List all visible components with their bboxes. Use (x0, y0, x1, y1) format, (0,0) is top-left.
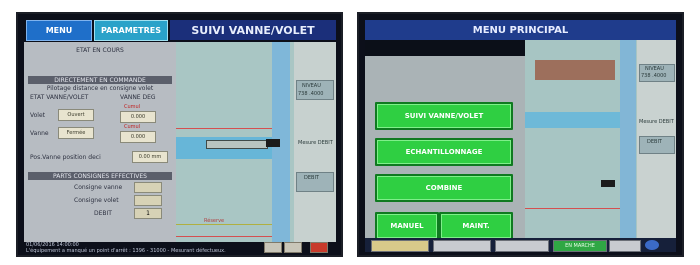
vanne-state-field: Fermée (58, 127, 94, 139)
reserve-label: Réserve (204, 218, 225, 224)
consigne-volet-field (134, 195, 162, 206)
canal-view: NIVEAU 738 .4000 Mesure DEBIT DEBIT (525, 40, 676, 238)
combine-button[interactable]: COMBINE (375, 174, 513, 202)
deb-label: Pos.Vanne position deci (30, 154, 101, 161)
page-title: MENU PRINCIPAL (365, 20, 676, 40)
manuel-button[interactable]: MANUEL (375, 212, 439, 240)
volet-state-field: Ouvert (58, 109, 94, 121)
footer-key-5[interactable] (609, 240, 641, 252)
row-label-vanne: Vanne (30, 130, 49, 137)
water-band (525, 112, 620, 128)
menu-body: NIVEAU 738 .4000 Mesure DEBIT DEBIT SUIV… (365, 40, 676, 240)
side-label-1: Cumul (124, 104, 141, 110)
debit-label: DEBIT (94, 210, 112, 217)
row-label-volet: Volet (30, 112, 46, 119)
level-line-red (176, 128, 272, 129)
section-commande: DIRECTEMENT EN COMMANDE (28, 76, 172, 84)
mesure-debit-label: Mesure DEBIT (639, 119, 674, 125)
niveau-value: 738 .4000 (298, 91, 324, 97)
footer-key-3[interactable] (495, 240, 549, 252)
footer-key-1[interactable] (264, 242, 282, 253)
gate-block (266, 139, 280, 147)
level-line-bottom (176, 236, 272, 237)
tab-menu[interactable]: MENU (26, 20, 92, 41)
col-label-etat: ETAT VANNE/VOLET (30, 94, 89, 101)
side-value-2: 0.000 (120, 131, 156, 143)
niveau-label: NIVEAU (302, 83, 321, 89)
logo-icon (645, 240, 659, 250)
section-note: Pilotage distance en consigne volet (46, 85, 154, 92)
col-label-vanne: VANNE DEG (120, 94, 156, 101)
header-strip (365, 40, 525, 56)
debit-scene-label: DEBIT (304, 175, 319, 181)
tab-parametres[interactable]: PARAMETRES (94, 20, 168, 41)
echantillonnage-button[interactable]: ECHANTILLONNAGE (375, 138, 513, 166)
footer-key-1[interactable] (371, 240, 429, 252)
niveau-label: NIVEAU (645, 66, 664, 72)
debit-scene-label: DEBIT (647, 139, 662, 145)
level-line-red (525, 208, 620, 209)
structure-block (535, 60, 615, 80)
panel-header: ETAT EN COURS (76, 47, 124, 54)
alarm-message: L'équipement a manqué un point d'arrêt :… (26, 248, 226, 254)
hmi-screen-suivi: MENU PARAMETRES SUIVI VANNE/VOLET ETAT E… (18, 14, 341, 255)
canal-pipe (620, 40, 636, 238)
deb-value-field: 0.00 mm (132, 151, 168, 163)
level-line-yellow (176, 224, 272, 225)
suivi-vanne-volet-button[interactable]: SUIVI VANNE/VOLET (375, 102, 513, 130)
footer-key-2[interactable] (433, 240, 491, 252)
consigne-vanne-field (134, 182, 162, 193)
mesure-debit-label: Mesure DEBIT (298, 140, 333, 146)
side-label-2: Cumul (124, 124, 141, 130)
gate-bar (206, 140, 268, 149)
side-value-1: 0.000 (120, 111, 156, 123)
consigne-vanne-label: Consigne vanne (74, 184, 123, 191)
run-status-key[interactable]: EN MARCHE (553, 240, 607, 252)
canal-view: NIVEAU 738 .4000 Mesure DEBIT DEBIT Rése… (176, 42, 336, 242)
status-panel: ETAT EN COURS DIRECTEMENT EN COMMANDE Pi… (24, 42, 176, 242)
footer-key-2[interactable] (284, 242, 302, 253)
maint-button[interactable]: MAINT. (439, 212, 513, 240)
hmi-screen-menu: MENU PRINCIPAL NIVEAU 738 .4000 Mesure D… (359, 14, 682, 255)
debit-field: 1 (134, 208, 162, 219)
section-consignes: PARTS CONSIGNES EFFECTIVES (28, 172, 172, 180)
close-icon[interactable] (310, 242, 328, 253)
page-title: SUIVI VANNE/VOLET (170, 20, 336, 40)
consigne-volet-label: Consigne volet (74, 197, 119, 204)
niveau-value: 738 .4000 (641, 73, 667, 79)
gate-block (601, 180, 615, 187)
